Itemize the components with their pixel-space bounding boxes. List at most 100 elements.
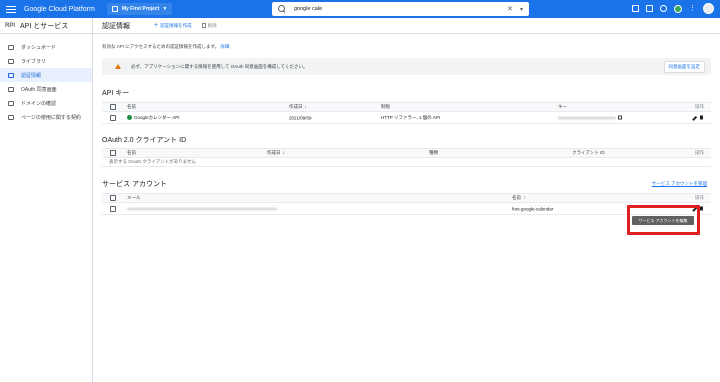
- col-name[interactable]: 名前: [127, 150, 136, 156]
- api-keys-title: API キー: [102, 90, 130, 97]
- gift-icon[interactable]: [632, 5, 639, 12]
- sidebar-item-label: 認証情報: [21, 72, 42, 79]
- table-header: 名前 作成日 ↓ 種類 クライアント ID 操作: [102, 148, 711, 158]
- cloud-shell-icon[interactable]: [646, 5, 653, 12]
- manage-service-accounts-link[interactable]: サービス アカウントを管理: [652, 181, 707, 187]
- col-ops: 操作: [695, 150, 704, 155]
- sidebar-item-label: ドメインの確認: [21, 100, 57, 107]
- table-row[interactable]: fors-google-calendar: [102, 203, 711, 215]
- chevron-down-icon: ▼: [162, 6, 168, 12]
- help-icon[interactable]: [660, 5, 667, 12]
- page-title: 認証情報: [102, 22, 130, 30]
- col-created[interactable]: 作成日 ↓: [289, 104, 307, 110]
- plus-icon: +: [154, 22, 159, 29]
- copy-icon[interactable]: [618, 115, 622, 120]
- service-account-email[interactable]: [127, 206, 277, 211]
- service-accounts-title: サービス アカウント: [102, 181, 167, 188]
- sidebar-item-label: OAuth 同意画面: [21, 86, 57, 93]
- top-icons: ⋮: [632, 3, 714, 14]
- page-header: 認証情報 + 認証情報を作成 削除: [93, 18, 720, 34]
- delete-icon[interactable]: [700, 206, 703, 210]
- redacted-email: [127, 207, 277, 211]
- create-credentials-button[interactable]: + 認証情報を作成: [154, 22, 192, 29]
- table-row[interactable]: Googleカレンダー API 2021/09/09 HTTP リファラー, 1…: [102, 112, 711, 124]
- col-created[interactable]: 作成日 ↓: [267, 150, 285, 156]
- delete-icon[interactable]: [700, 115, 703, 119]
- agreement-icon: [8, 114, 14, 120]
- intro-body: 有効な API にアクセスするための認証情報を作成します。: [102, 44, 220, 49]
- clear-search-icon[interactable]: ✕: [507, 5, 513, 13]
- details-link[interactable]: 詳細: [220, 44, 229, 49]
- consent-icon: [8, 86, 14, 92]
- row-actions: [692, 115, 703, 121]
- edit-icon[interactable]: [692, 115, 698, 121]
- api-key-name-text: Googleカレンダー API: [134, 114, 180, 120]
- sidebar-item-library[interactable]: ライブラリ: [0, 54, 92, 68]
- key-icon: [8, 72, 14, 78]
- oauth-table: 名前 作成日 ↓ 種類 クライアント ID 操作 表示する OAuth クライアン…: [102, 148, 711, 167]
- api-key-value: [558, 115, 622, 120]
- row-checkbox[interactable]: [110, 205, 116, 212]
- warning-icon: [115, 64, 121, 69]
- delete-label: 削除: [207, 22, 217, 28]
- sidebar-item-oauth-consent[interactable]: OAuth 同意画面: [0, 82, 92, 96]
- side-nav: RPI API とサービス ダッシュボード ライブラリ 認証情報 OAuth 同…: [0, 18, 93, 382]
- banner-text: 必ず、アプリケーションに関する情報を使用して OAuth 同意画面を構成してくだ…: [131, 63, 308, 69]
- nav-header: RPI API とサービス: [0, 18, 92, 34]
- col-name[interactable]: 名前: [127, 104, 136, 110]
- col-ops: 操作: [695, 195, 704, 200]
- table-header: メール 名前 ↑ 操作: [102, 193, 711, 203]
- col-name-label: 名前: [512, 195, 521, 200]
- project-icon: [111, 6, 118, 12]
- search-input[interactable]: google cale: [294, 6, 507, 12]
- notifications-icon[interactable]: [674, 4, 682, 13]
- configure-consent-button[interactable]: 同意画面を設定: [663, 60, 705, 73]
- more-vert-icon[interactable]: ⋮: [689, 5, 696, 12]
- search-dropdown-icon[interactable]: ▾: [520, 6, 523, 13]
- api-key-restriction: HTTP リファラー, 1 個の API: [381, 114, 441, 120]
- search-box[interactable]: google cale ✕ ▾: [272, 2, 529, 16]
- search-icon: [278, 5, 286, 13]
- sort-down-icon: ↓: [282, 150, 286, 156]
- project-name: My First Project: [121, 6, 160, 12]
- sort-up-icon: ↑: [523, 195, 526, 201]
- sidebar-item-label: ライブラリ: [21, 58, 47, 65]
- sidebar-item-dashboard[interactable]: ダッシュボード: [0, 40, 92, 54]
- api-keys-table: 名前 作成日 ↓ 制限 キー 操作 Googleカレンダー API 2021/09…: [102, 102, 711, 124]
- sidebar-item-credentials[interactable]: 認証情報: [0, 68, 92, 82]
- col-created-label: 作成日: [289, 104, 303, 109]
- col-name[interactable]: 名前 ↑: [512, 195, 526, 201]
- api-key-created: 2021/09/09: [289, 115, 312, 120]
- sidebar-item-domain-verification[interactable]: ドメインの確認: [0, 96, 92, 110]
- brand-title[interactable]: Google Cloud Platform: [24, 6, 95, 13]
- service-account-name: fors-google-calendar: [512, 206, 554, 211]
- col-ops: 操作: [695, 104, 704, 109]
- hamburger-menu-icon[interactable]: [6, 5, 16, 13]
- empty-row: 表示する OAuth クライアントがありません: [102, 158, 711, 167]
- domain-check-icon: [8, 100, 14, 106]
- col-created-label: 作成日: [267, 150, 281, 155]
- col-type: 種類: [429, 150, 438, 155]
- row-checkbox[interactable]: [110, 114, 116, 121]
- select-all-checkbox[interactable]: [110, 104, 116, 110]
- intro-text: 有効な API にアクセスするための認証情報を作成します。 詳細: [102, 44, 229, 50]
- empty-message: 表示する OAuth クライアントがありません: [109, 159, 196, 164]
- trash-icon: [201, 23, 206, 28]
- service-accounts-table: メール 名前 ↑ 操作 fors-google-calendar: [102, 193, 711, 215]
- main-content: 認証情報 + 認証情報を作成 削除 有効な API にアクセスするための認証情報…: [93, 18, 720, 382]
- oauth-warning-banner: 必ず、アプリケーションに関する情報を使用して OAuth 同意画面を構成してくだ…: [102, 58, 711, 75]
- redacted-key: [558, 116, 616, 120]
- col-key: キー: [558, 104, 567, 109]
- col-restriction: 制限: [381, 104, 390, 109]
- table-header: 名前 作成日 ↓ 制限 キー 操作: [102, 102, 711, 112]
- delete-button[interactable]: 削除: [201, 22, 217, 29]
- select-all-checkbox[interactable]: [110, 195, 116, 201]
- avatar[interactable]: [703, 3, 714, 14]
- sidebar-item-page-usage-agreement[interactable]: ページの使用に関する契約: [0, 110, 92, 124]
- top-app-bar: Google Cloud Platform My First Project ▼…: [0, 0, 720, 18]
- select-all-checkbox[interactable]: [110, 150, 116, 156]
- api-key-name[interactable]: Googleカレンダー API: [127, 115, 180, 121]
- project-selector[interactable]: My First Project ▼: [106, 3, 173, 15]
- library-icon: [8, 58, 14, 64]
- check-circle-icon: [127, 114, 132, 120]
